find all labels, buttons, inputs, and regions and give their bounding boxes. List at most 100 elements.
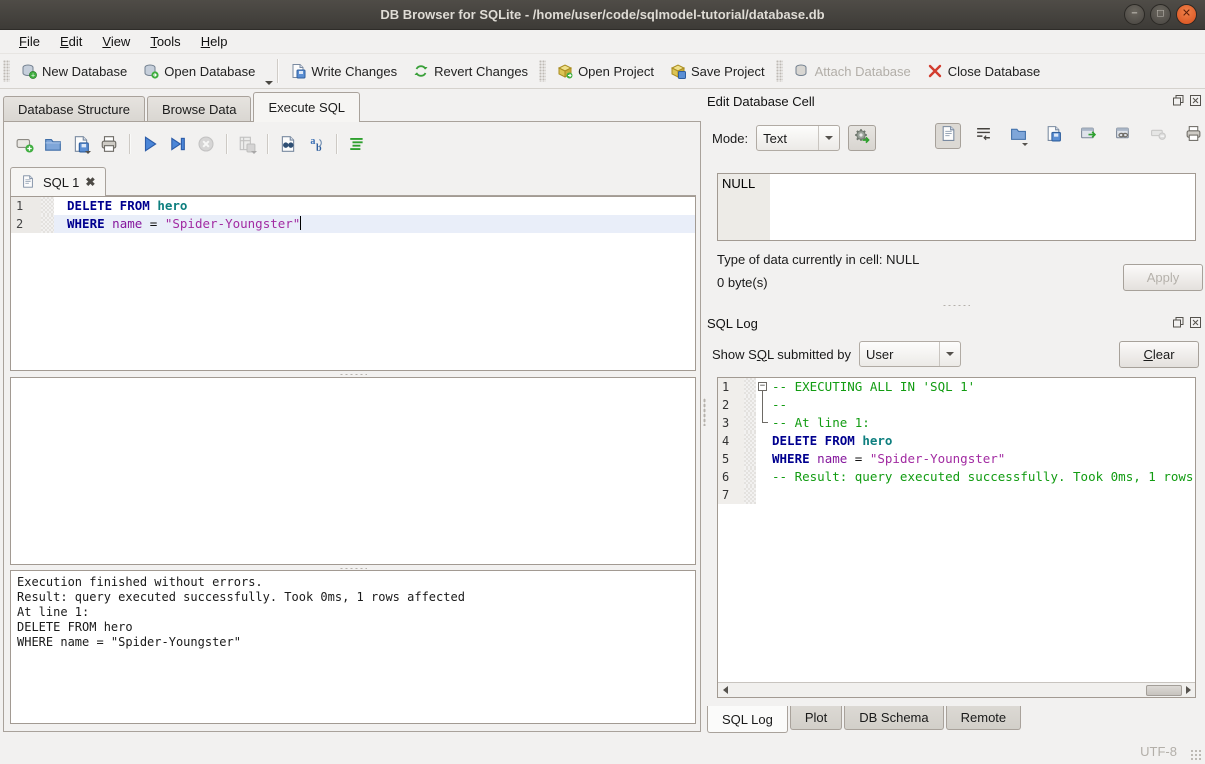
copy-link-button[interactable] bbox=[1110, 123, 1136, 149]
open-project-button[interactable]: Open Project bbox=[549, 59, 662, 83]
db-browser-window: DB Browser for SQLite - /home/user/code/… bbox=[0, 0, 1205, 764]
log-line-text: -- EXECUTING ALL IN 'SQL 1' bbox=[772, 378, 1195, 396]
resize-grip[interactable] bbox=[1190, 749, 1202, 761]
find-replace-button[interactable]: ab bbox=[303, 132, 329, 156]
import-cell-data-button[interactable] bbox=[1005, 123, 1031, 149]
chevron-down-icon[interactable] bbox=[265, 81, 273, 85]
sql-log-view[interactable]: 1−-- EXECUTING ALL IN 'SQL 1'2--3-- At l… bbox=[717, 377, 1196, 698]
auto-format-button[interactable] bbox=[848, 125, 876, 151]
save-results-button[interactable] bbox=[234, 132, 260, 156]
word-wrap-button[interactable] bbox=[970, 123, 996, 149]
execution-status-log[interactable]: Execution finished without errors. Resul… bbox=[10, 570, 696, 724]
chevron-down-icon bbox=[1022, 143, 1028, 146]
fold-marker bbox=[756, 396, 772, 414]
chevron-down-icon bbox=[251, 151, 257, 154]
format-sql-button[interactable] bbox=[344, 132, 370, 156]
set-null-button[interactable] bbox=[1145, 123, 1171, 149]
menu-tools[interactable]: Tools bbox=[141, 32, 189, 51]
export-cell-data-button[interactable] bbox=[1040, 123, 1066, 149]
new-database-button[interactable]: + New Database bbox=[13, 59, 135, 83]
toolbar-handle[interactable] bbox=[3, 60, 10, 82]
apply-button[interactable]: Apply bbox=[1123, 264, 1203, 291]
new-sql-tab-button[interactable] bbox=[12, 132, 38, 156]
save-project-button[interactable]: Save Project bbox=[662, 59, 773, 83]
clear-log-button[interactable]: Clear bbox=[1119, 341, 1199, 368]
text-mode-button[interactable] bbox=[935, 123, 961, 149]
close-database-button[interactable]: Close Database bbox=[919, 59, 1049, 83]
toolbar-handle[interactable] bbox=[539, 60, 546, 82]
toolbar-button-label: New Database bbox=[42, 64, 127, 79]
dock-splitter[interactable] bbox=[707, 302, 1205, 308]
minimize-button[interactable]: − bbox=[1124, 4, 1145, 25]
sql-log-filter-select[interactable]: User bbox=[859, 341, 961, 367]
toolbar-separator bbox=[226, 134, 227, 154]
execute-line-button[interactable] bbox=[165, 132, 191, 156]
stop-execution-button[interactable] bbox=[193, 132, 219, 156]
sql-editor[interactable]: 1DELETE FROM hero2WHERE name = "Spider-Y… bbox=[10, 196, 696, 371]
open-sql-file-button[interactable] bbox=[40, 132, 66, 156]
menu-view[interactable]: View bbox=[93, 32, 139, 51]
execute-all-icon bbox=[141, 135, 159, 153]
new-sql-tab-icon bbox=[16, 135, 34, 153]
toolbar-handle[interactable] bbox=[776, 60, 783, 82]
line-number: 3 bbox=[718, 414, 744, 432]
write-changes-button[interactable]: Write Changes bbox=[282, 59, 405, 83]
log-horizontal-scrollbar[interactable] bbox=[718, 682, 1195, 697]
title-bar[interactable]: DB Browser for SQLite - /home/user/code/… bbox=[0, 0, 1205, 30]
print-sql-button[interactable] bbox=[96, 132, 122, 156]
close-icon[interactable] bbox=[1190, 316, 1201, 327]
tab-database-structure[interactable]: Database Structure bbox=[3, 96, 145, 122]
cell-value-editor[interactable]: NULL bbox=[717, 173, 1196, 241]
fold-marker[interactable]: − bbox=[756, 378, 772, 396]
revert-changes-button[interactable]: Revert Changes bbox=[405, 59, 536, 83]
text-cursor bbox=[300, 216, 301, 230]
dock-tab-db-schema[interactable]: DB Schema bbox=[844, 706, 943, 730]
window-controls: − □ ✕ bbox=[1124, 4, 1197, 25]
toolbar-button-label: Write Changes bbox=[311, 64, 397, 79]
mode-select[interactable]: Text bbox=[756, 125, 840, 151]
line-number: 4 bbox=[718, 432, 744, 450]
execute-line-icon bbox=[169, 135, 187, 153]
results-pane[interactable] bbox=[10, 377, 696, 565]
scroll-left-icon[interactable] bbox=[718, 683, 732, 697]
attach-database-button[interactable]: Attach Database bbox=[786, 59, 919, 83]
log-line: 5WHERE name = "Spider-Youngster" bbox=[718, 450, 1195, 468]
find-in-sql-button[interactable] bbox=[275, 132, 301, 156]
dock-tab-sql-log[interactable]: SQL Log bbox=[707, 706, 788, 733]
print-cell-button[interactable] bbox=[1180, 123, 1205, 149]
scrollbar-thumb[interactable] bbox=[1146, 685, 1182, 696]
log-line: 3-- At line 1: bbox=[718, 414, 1195, 432]
menu-file[interactable]: File bbox=[10, 32, 49, 51]
tab-browse-data[interactable]: Browse Data bbox=[147, 96, 251, 122]
write-changes-icon bbox=[290, 63, 306, 79]
maximize-button[interactable]: □ bbox=[1150, 4, 1171, 25]
fold-marker bbox=[756, 450, 772, 468]
menu-edit[interactable]: Edit bbox=[51, 32, 91, 51]
close-tab-icon[interactable]: ✖ bbox=[85, 175, 95, 189]
editor-line[interactable]: 2WHERE name = "Spider-Youngster" bbox=[11, 215, 695, 233]
encoding-label: UTF-8 bbox=[1140, 744, 1177, 759]
float-icon[interactable] bbox=[1173, 316, 1184, 327]
float-icon[interactable] bbox=[1173, 94, 1184, 105]
dock-tab-remote[interactable]: Remote bbox=[946, 706, 1022, 730]
scroll-right-icon[interactable] bbox=[1181, 683, 1195, 697]
svg-text:+: + bbox=[31, 73, 35, 79]
save-sql-file-button[interactable] bbox=[68, 132, 94, 156]
open-database-button[interactable]: Open Database bbox=[135, 59, 263, 83]
menu-help[interactable]: Help bbox=[192, 32, 237, 51]
dock-tab-plot[interactable]: Plot bbox=[790, 706, 842, 730]
close-button[interactable]: ✕ bbox=[1176, 4, 1197, 25]
edit-cell-title: Edit Database Cell bbox=[707, 94, 815, 109]
open-external-button[interactable] bbox=[1075, 123, 1101, 149]
execute-all-button[interactable] bbox=[137, 132, 163, 156]
sql-doc-tab[interactable]: SQL 1 ✖ bbox=[10, 167, 106, 196]
close-icon[interactable] bbox=[1190, 94, 1201, 105]
log-line: 7 bbox=[718, 486, 1195, 504]
log-line-text: -- bbox=[772, 396, 1195, 414]
tab-execute-sql[interactable]: Execute SQL bbox=[253, 92, 360, 122]
cell-size-info: 0 byte(s) bbox=[717, 275, 768, 290]
editor-line[interactable]: 1DELETE FROM hero bbox=[11, 197, 695, 215]
line-number: 7 bbox=[718, 486, 744, 504]
maximize-icon: □ bbox=[1157, 9, 1164, 20]
open-database-icon bbox=[143, 63, 159, 79]
